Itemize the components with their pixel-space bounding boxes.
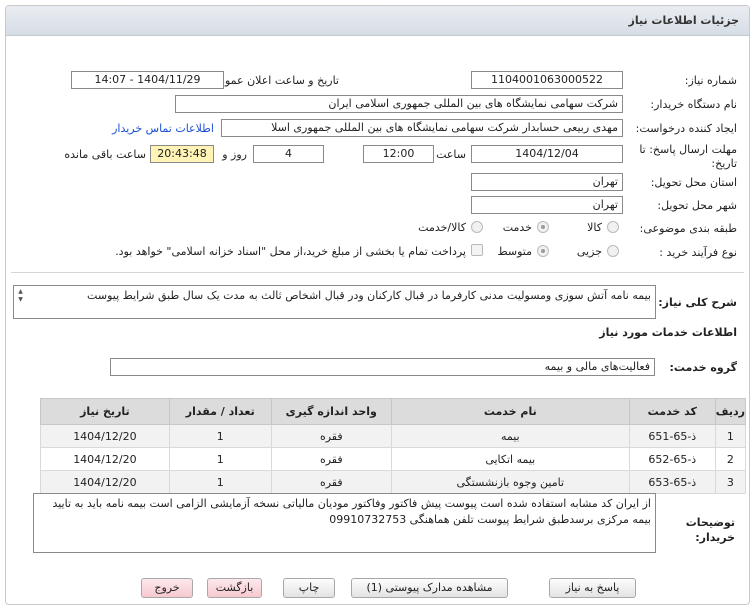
need-details-window: جزئیات اطلاعات نیاز شماره نیاز: 11040010… (5, 5, 750, 605)
cell-unit: فقره (270, 424, 392, 448)
requester-field[interactable]: مهدی ربیعی حسابدار شرکت سهامی نمایشگاه ه… (221, 119, 623, 137)
deadline-label: مهلت ارسال پاسخ: تا (639, 143, 737, 156)
cell-row-number: 2 (714, 447, 747, 471)
buyer-contact-link[interactable]: اطلاعات تماس خریدار (112, 122, 214, 135)
cell-need-date: 1404/12/20 (40, 447, 170, 471)
process-type-label: نوع فرآیند خرید : (659, 246, 737, 259)
column-header-service-name: نام خدمت (390, 398, 630, 425)
remaining-time-field[interactable]: 20:43:48 (150, 145, 214, 163)
need-number-field[interactable]: 1104001063000522 (471, 71, 623, 89)
category-label: طبقه بندی موضوعی: (639, 222, 737, 235)
scroll-up-icon[interactable]: ▲ (16, 288, 25, 296)
category-service-label: خدمت (502, 221, 532, 234)
category-goods-service-label: کالا/خدمت (418, 221, 466, 234)
category-goods-service-radio[interactable] (471, 221, 483, 233)
deadline-time-field[interactable]: 12:00 (363, 145, 434, 163)
cell-service-name: بیمه (390, 424, 630, 448)
buyer-notes-text: از ایران کد مشابه استفاده شده است پیوست … (52, 497, 651, 526)
service-group-label: گروه خدمت: (669, 361, 737, 374)
province-field[interactable]: تهران (471, 173, 623, 191)
column-header-unit: واحد اندازه گیری (270, 398, 392, 425)
window-titlebar: جزئیات اطلاعات نیاز (6, 6, 749, 36)
days-remaining-field[interactable]: 4 (253, 145, 324, 163)
back-button[interactable]: بازگشت (207, 578, 262, 598)
table-row[interactable]: 1 ذ-65-651 بیمه فقره 1 1404/12/20 (40, 424, 747, 448)
reply-button[interactable]: پاسخ به نیاز (549, 578, 636, 598)
cell-quantity: 1 (168, 470, 272, 494)
cell-service-code: ذ-65-652 (628, 447, 716, 471)
treasury-note: پرداخت تمام یا بخشی از مبلغ خرید،از محل … (115, 245, 466, 258)
table-header-row: ردیف کد خدمت نام خدمت واحد اندازه گیری ت… (40, 398, 747, 425)
treasury-checkbox[interactable] (471, 244, 483, 256)
summary-label: شرح کلی نیاز: (658, 296, 737, 309)
summary-textarea[interactable]: بیمه نامه آتش سوزی ومسولیت مدنی کارفرما … (13, 285, 656, 319)
cell-row-number: 1 (714, 424, 747, 448)
table-row[interactable]: 3 ذ-65-653 تامین وجوه بازنشستگی فقره 1 1… (40, 470, 747, 494)
process-medium-label: متوسط (497, 245, 532, 258)
city-label: شهر محل تحویل: (657, 199, 737, 212)
cell-unit: فقره (270, 470, 392, 494)
process-medium-radio[interactable] (537, 245, 549, 257)
view-attachments-button[interactable]: مشاهده مدارک پیوستی (1) (351, 578, 508, 598)
cell-unit: فقره (270, 447, 392, 471)
remaining-time-label: ساعت باقی مانده (64, 148, 146, 161)
buyer-notes-textarea[interactable]: از ایران کد مشابه استفاده شده است پیوست … (33, 493, 656, 553)
summary-text: بیمه نامه آتش سوزی ومسولیت مدنی کارفرما … (87, 289, 651, 302)
announce-date-field[interactable]: 1404/11/29 - 14:07 (71, 71, 224, 89)
need-number-label: شماره نیاز: (684, 74, 737, 87)
services-table: ردیف کد خدمت نام خدمت واحد اندازه گیری ت… (40, 398, 747, 494)
exit-button[interactable]: خروج (141, 578, 193, 598)
buyer-notes-label-2: خریدار: (695, 531, 735, 544)
scroll-down-icon[interactable]: ▼ (16, 296, 25, 304)
column-header-row-number: ردیف (714, 398, 747, 425)
cell-quantity: 1 (168, 424, 272, 448)
print-button[interactable]: چاپ (283, 578, 335, 598)
cell-service-name: بیمه اتکایی (390, 447, 630, 471)
announce-date-label: تاریخ و ساعت اعلان عمومی: (206, 74, 339, 87)
cell-service-name: تامین وجوه بازنشستگی (390, 470, 630, 494)
column-header-need-date: تاریخ نیاز (40, 398, 170, 425)
deadline-date-label: تاریخ: (711, 157, 737, 170)
cell-service-code: ذ-65-651 (628, 424, 716, 448)
cell-need-date: 1404/12/20 (40, 424, 170, 448)
days-label: روز و (222, 148, 247, 161)
table-row[interactable]: 2 ذ-65-652 بیمه اتکایی فقره 1 1404/12/20 (40, 447, 747, 471)
column-header-quantity: تعداد / مقدار (168, 398, 272, 425)
cell-quantity: 1 (168, 447, 272, 471)
buyer-notes-label: توضیحات (685, 516, 735, 529)
category-service-radio[interactable] (537, 221, 549, 233)
category-goods-radio[interactable] (607, 221, 619, 233)
deadline-time-label: ساعت (436, 148, 466, 161)
services-section-title: اطلاعات خدمات مورد نیاز (599, 326, 737, 339)
process-minor-radio[interactable] (607, 245, 619, 257)
cell-row-number: 3 (714, 470, 747, 494)
window-title: جزئیات اطلاعات نیاز (628, 14, 740, 27)
deadline-date-field[interactable]: 1404/12/04 (471, 145, 623, 163)
service-group-field[interactable]: فعالیت‌های مالی و بیمه (110, 358, 655, 376)
buyer-org-field[interactable]: شرکت سهامی نمایشگاه های بین المللی جمهور… (175, 95, 623, 113)
province-label: استان محل تحویل: (650, 176, 737, 189)
column-header-service-code: کد خدمت (628, 398, 716, 425)
section-divider (11, 272, 744, 273)
cell-need-date: 1404/12/20 (40, 470, 170, 494)
requester-label: ایجاد کننده درخواست: (635, 122, 737, 135)
process-minor-label: جزیی (576, 245, 602, 258)
city-field[interactable]: تهران (471, 196, 623, 214)
buyer-org-label: نام دستگاه خریدار: (650, 98, 737, 111)
cell-service-code: ذ-65-653 (628, 470, 716, 494)
category-goods-label: کالا (587, 221, 602, 234)
